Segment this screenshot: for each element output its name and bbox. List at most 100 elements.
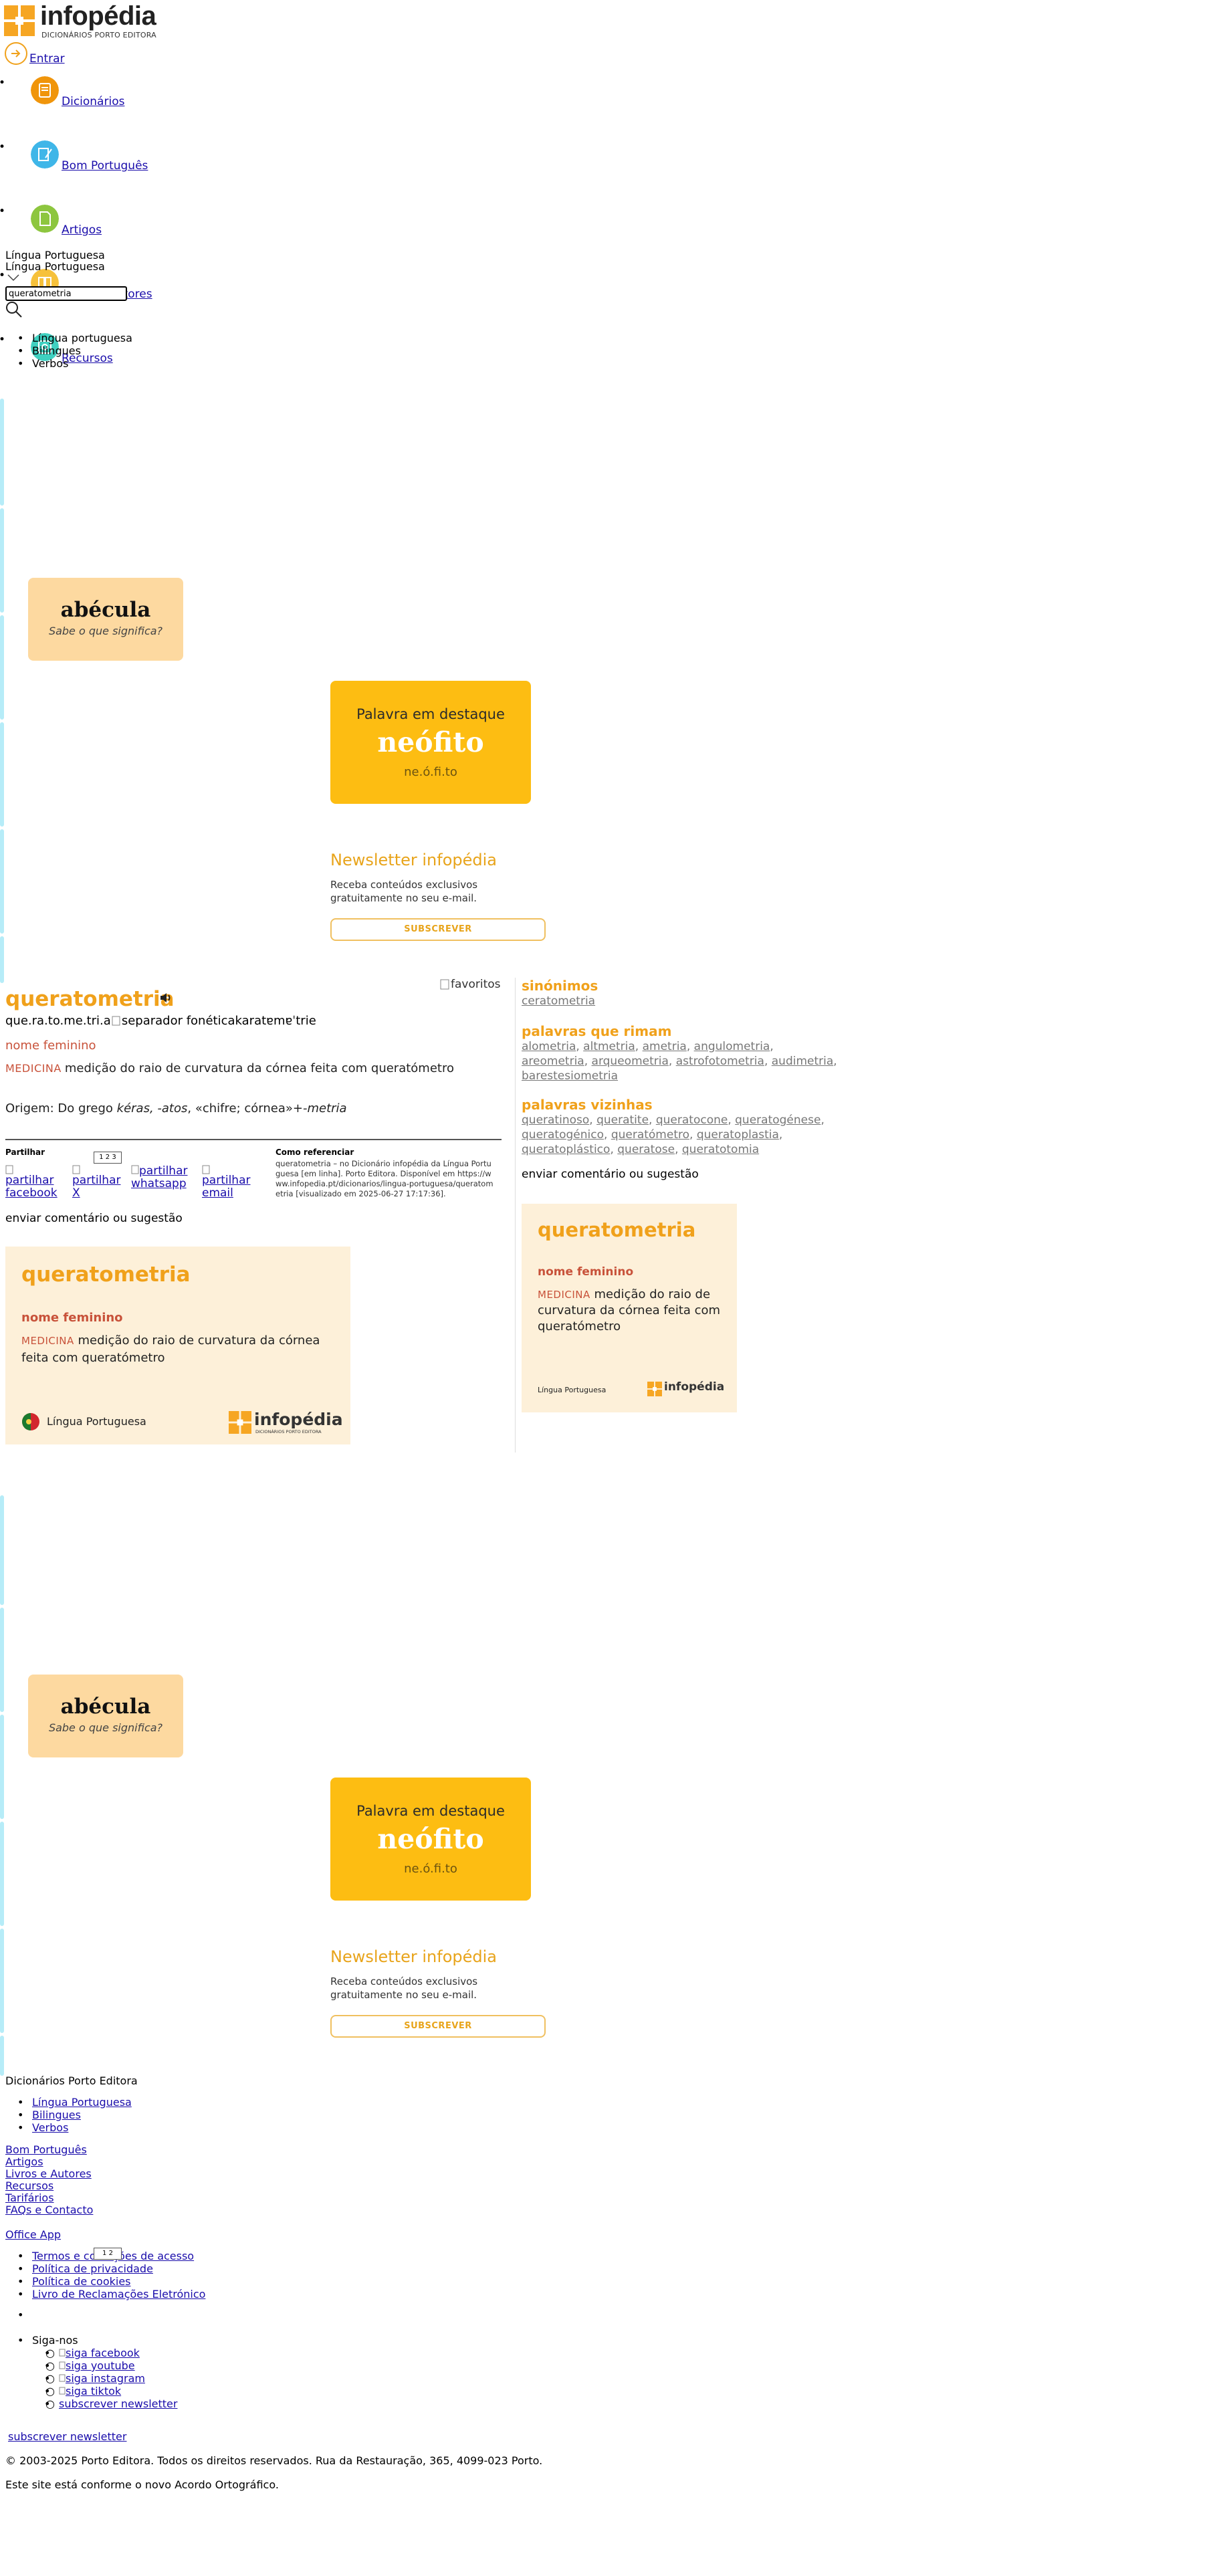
word-quiz-box[interactable]: abécula Sabe o que significa?: [28, 1675, 183, 1757]
footer-legal-item: Política de privacidade: [17, 2262, 205, 2275]
login-link[interactable]: Entrar: [4, 41, 84, 68]
search-type-verbos[interactable]: Verbos: [17, 357, 132, 370]
rhyme-link[interactable]: altmetria: [583, 1040, 635, 1053]
quiz-word: abécula: [60, 598, 151, 622]
divider: [5, 1139, 502, 1140]
nav-link-artigos[interactable]: Artigos: [62, 223, 102, 237]
rhyme-link[interactable]: arqueometria: [592, 1055, 669, 1068]
footer-follow: Siga-nos ○siga facebook ○siga youtube ○s…: [17, 2334, 178, 2410]
footer-dict-link[interactable]: Bilingues: [32, 2109, 81, 2121]
newsletter-subscribe-button[interactable]: SUBSCREVER: [330, 2015, 546, 2038]
footer-legal-item: Livro de Reclamações Eletrónico: [17, 2288, 205, 2300]
footer-follow-item: Siga-nos ○siga facebook ○siga youtube ○s…: [17, 2334, 178, 2410]
footer-link-artigos[interactable]: Artigos: [5, 2155, 43, 2168]
card-headword: queratometria: [21, 1263, 191, 1287]
footer-link-tarifarios[interactable]: Tarifários: [5, 2191, 54, 2204]
footer-dict-link[interactable]: Língua Portuguesa: [32, 2096, 132, 2109]
rhyme-link[interactable]: ametria: [643, 1040, 687, 1053]
search-type-bilingues[interactable]: Bilingues: [17, 344, 132, 357]
search-icon[interactable]: [5, 301, 23, 318]
social-youtube[interactable]: siga youtube: [59, 2359, 135, 2372]
social-facebook[interactable]: siga facebook: [59, 2347, 140, 2359]
share-x[interactable]: partilhar X: [72, 1165, 126, 1200]
nav-item-artigos[interactable]: Artigos: [0, 205, 1209, 237]
nav-item-bom-portugues[interactable]: Bom Português: [0, 140, 1209, 173]
feedback-link[interactable]: enviar comentário ou sugestão: [5, 1212, 183, 1225]
quiz-word: abécula: [60, 1695, 151, 1719]
rhyme-link[interactable]: barestesiometria: [522, 1069, 618, 1083]
social-instagram[interactable]: siga instagram: [59, 2372, 145, 2385]
rhyme-link[interactable]: audimetria: [772, 1055, 834, 1068]
side-card-logo: infopédia: [647, 1380, 725, 1400]
audio-speaker-icon[interactable]: [159, 992, 173, 1004]
social-tiktok[interactable]: siga tiktok: [59, 2385, 121, 2397]
site-logo[interactable]: infopédia DICIONÁRIOS PORTO EDITORA: [4, 1, 158, 40]
side-feedback-link[interactable]: enviar comentário ou sugestão: [522, 1168, 699, 1181]
rhyme-link[interactable]: areometria: [522, 1055, 584, 1068]
cite-label: Como referenciar: [276, 1148, 354, 1157]
footer-office-app[interactable]: Office App: [5, 2228, 61, 2241]
neighbor-link[interactable]: queratogénico: [522, 1128, 604, 1142]
share-facebook-label: partilhar facebook: [5, 1174, 58, 1200]
footer-legal-privacy[interactable]: Política de privacidade: [32, 2262, 153, 2275]
neighbor-link[interactable]: queratoplástico: [522, 1143, 610, 1156]
share-facebook[interactable]: partilhar facebook: [5, 1165, 67, 1200]
neighbor-link[interactable]: queratotomia: [682, 1143, 759, 1156]
newsletter-subscribe-button[interactable]: SUBSCREVER: [330, 918, 546, 941]
newsletter-text-2: gratuitamente no seu e-mail.: [330, 1989, 477, 2001]
neighbor-link[interactable]: queratoplastia: [697, 1128, 779, 1142]
footer-link-livros-autores[interactable]: Livros e Autores: [5, 2167, 92, 2180]
neighbors-row: queratoplástico, queratose, queratotomia: [522, 1143, 760, 1156]
footer-dict-link[interactable]: Verbos: [32, 2121, 68, 2134]
login-label[interactable]: Entrar: [29, 52, 65, 66]
definition-line: MEDICINA medição do raio de curvatura da…: [5, 1061, 454, 1075]
neighbor-link[interactable]: queratinoso: [522, 1113, 589, 1127]
logo-text: infopédia: [40, 1, 156, 31]
newsletter-title: Newsletter infopédia: [330, 1947, 497, 1966]
card-pos: nome feminino: [21, 1311, 123, 1325]
broken-image-icon: [5, 1165, 13, 1174]
social-facebook-label: siga facebook: [66, 2347, 140, 2359]
footer-legal-complaints[interactable]: Livro de Reclamações Eletrónico: [32, 2288, 205, 2300]
rhyme-link[interactable]: astrofotometria: [676, 1055, 764, 1068]
etymology-greek: kéras, -atos: [116, 1101, 188, 1115]
neighbor-link[interactable]: queratocone: [656, 1113, 728, 1127]
dictionary-selected: Língua Portuguesa: [5, 260, 105, 273]
nav-link-dicionarios[interactable]: Dicionários: [62, 95, 124, 108]
card-logo-sub: DICIONÁRIOS PORTO EDITORA: [255, 1429, 322, 1434]
favorites-button[interactable]: favoritos: [440, 978, 501, 991]
social-item: ○subscrever newsletter: [44, 2397, 178, 2410]
synonyms-list: ceratometria: [522, 994, 595, 1008]
nav-item-livros-autores[interactable]: Livros e autores: [0, 269, 1209, 301]
footer-subscribe-newsletter[interactable]: subscrever newsletter: [8, 2430, 126, 2443]
card-definition: MEDICINA medição do raio de curvatura da…: [21, 1332, 336, 1367]
syllabification: que.ra.to.me.tri.a separador fonéticakara…: [5, 1014, 316, 1028]
footer-legal-item: Política de cookies: [17, 2275, 205, 2288]
rhymes-row: alometria, altmetria, ametria, angulomet…: [522, 1040, 774, 1053]
rhyme-link[interactable]: angulometria: [694, 1040, 770, 1053]
neighbor-link[interactable]: queratite: [596, 1113, 649, 1127]
quiz-subtitle: Sabe o que significa?: [48, 1721, 163, 1734]
synonym-link[interactable]: ceratometria: [522, 994, 595, 1008]
search-input[interactable]: [5, 286, 127, 301]
footer-link-bom-portugues[interactable]: Bom Português: [5, 2143, 87, 2156]
word-quiz-box[interactable]: abécula Sabe o que significa?: [28, 578, 183, 661]
footer-legal-cookies[interactable]: Política de cookies: [32, 2275, 131, 2288]
featured-word-box[interactable]: Palavra em destaque neófito ne.ó.fi.to: [330, 1778, 531, 1901]
footer-link-recursos[interactable]: Recursos: [5, 2179, 53, 2192]
search-type-lingua-portuguesa[interactable]: Língua portuguesa: [17, 332, 132, 344]
share-whatsapp[interactable]: partilhar whatsapp: [131, 1165, 201, 1190]
share-email[interactable]: partilhar email: [202, 1165, 263, 1200]
neighbor-link[interactable]: queratogénese: [735, 1113, 820, 1127]
nav-item-recursos[interactable]: Recursos: [0, 333, 1209, 365]
neighbor-link[interactable]: queratómetro: [611, 1128, 689, 1142]
nav-link-bom-portugues[interactable]: Bom Português: [62, 159, 148, 173]
nav-item-dicionarios[interactable]: Dicionários: [0, 76, 1209, 108]
side-card-logo-text: infopédia: [664, 1380, 725, 1394]
neighbor-link[interactable]: queratose: [617, 1143, 675, 1156]
rhyme-link[interactable]: alometria: [522, 1040, 576, 1053]
footer-link-faqs[interactable]: FAQs e Contacto: [5, 2204, 93, 2216]
dictionary-select[interactable]: Língua Portuguesa: [5, 260, 139, 283]
featured-word-box[interactable]: Palavra em destaque neófito ne.ó.fi.to: [330, 681, 531, 804]
social-newsletter[interactable]: subscrever newsletter: [59, 2397, 177, 2410]
